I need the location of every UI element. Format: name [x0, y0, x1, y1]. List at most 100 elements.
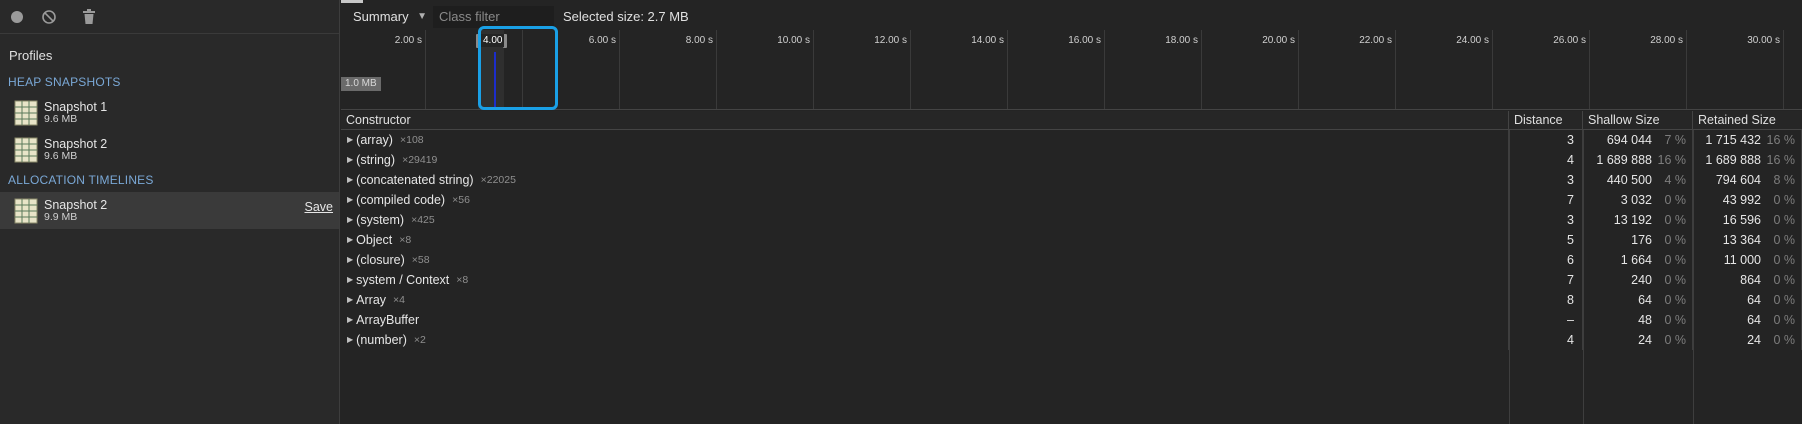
timeline-tick-label: 20.00 s: [1262, 35, 1295, 46]
snapshot-icon: [14, 198, 38, 223]
expand-triangle-icon[interactable]: ▶: [347, 150, 353, 170]
column-divider: [1583, 130, 1584, 424]
timeline-tick-label: 12.00 s: [874, 35, 907, 46]
snapshot-icon: [14, 100, 38, 125]
header-distance[interactable]: Distance: [1509, 111, 1583, 129]
retained-size-cell: 794 604 8 %: [1693, 170, 1802, 190]
retained-size-percent: 0 %: [1773, 293, 1795, 307]
retained-size-percent: 0 %: [1773, 273, 1795, 287]
timeline-tick: [1395, 30, 1396, 109]
timeline-tick-label: 10.00 s: [777, 35, 810, 46]
expand-triangle-icon[interactable]: ▶: [347, 330, 353, 350]
panel-indicator: [341, 0, 363, 3]
constructor-name: Array: [356, 293, 387, 307]
class-filter-input[interactable]: [433, 5, 554, 28]
snapshot-item[interactable]: Snapshot 2 9.6 MB: [0, 131, 339, 168]
column-divider: [1509, 130, 1510, 424]
retained-size-cell: 1 715 432 16 %: [1693, 130, 1802, 150]
snapshot-size: 9.6 MB: [44, 149, 78, 162]
constructor-name: Object: [356, 233, 393, 247]
shallow-size-value: 1 689 888: [1596, 153, 1652, 167]
constructor-name: (compiled code): [356, 193, 446, 207]
constructor-name: (closure): [356, 253, 405, 267]
shallow-size-cell: 24 0 %: [1583, 330, 1693, 350]
retained-size-percent: 0 %: [1773, 313, 1795, 327]
header-constructor[interactable]: Constructor: [341, 111, 1509, 129]
retained-size-value: 1 715 432: [1705, 133, 1761, 147]
timeline-tick-label: 30.00 s: [1747, 35, 1780, 46]
shallow-size-cell: 694 044 7 %: [1583, 130, 1693, 150]
expand-triangle-icon[interactable]: ▶: [347, 170, 353, 190]
table-header: Constructor Distance Shallow Size Retain…: [341, 111, 1802, 130]
dropdown-arrow-icon: ▼: [417, 11, 427, 22]
shallow-size-percent: 7 %: [1664, 133, 1686, 147]
retained-size-percent: 16 %: [1766, 133, 1796, 147]
record-icon[interactable]: [6, 6, 28, 28]
trash-icon[interactable]: [78, 6, 100, 28]
timeline-axis: [371, 104, 401, 109]
instance-count: ×22025: [480, 174, 516, 186]
expand-triangle-icon[interactable]: ▶: [347, 130, 353, 150]
shallow-size-cell: 64 0 %: [1583, 290, 1693, 310]
shallow-size-value: 1 664: [1620, 253, 1652, 267]
header-shallow-size[interactable]: Shallow Size: [1583, 111, 1693, 129]
shallow-size-value: 176: [1631, 233, 1652, 247]
retained-size-percent: 0 %: [1773, 193, 1795, 207]
constructor-cell: ▶ Object ×8: [341, 230, 1509, 250]
sidebar-toolbar: [0, 0, 339, 34]
retained-size-value: 1 689 888: [1705, 153, 1761, 167]
selected-size-label: Selected size: 2.7 MB: [563, 9, 689, 24]
expand-triangle-icon[interactable]: ▶: [347, 270, 353, 290]
main-panel: Summary ▼ Selected size: 2.7 MB 2.00 s 6.…: [341, 0, 1802, 424]
distance-cell: –: [1509, 310, 1583, 330]
header-retained-size[interactable]: Retained Size: [1693, 111, 1802, 129]
profiles-sidebar: Profiles HEAP SNAPSHOTS Snapshot 1 9.6 M…: [0, 0, 340, 424]
timeline-tick: [425, 30, 426, 109]
shallow-size-cell: 13 192 0 %: [1583, 210, 1693, 230]
expand-triangle-icon[interactable]: ▶: [347, 230, 353, 250]
memory-label: 1.0 MB: [341, 77, 381, 91]
view-select[interactable]: Summary ▼: [347, 5, 433, 29]
constructor-name: (concatenated string): [356, 173, 474, 187]
retained-size-value: 43 992: [1722, 193, 1761, 207]
allocation-timeline[interactable]: 2.00 s 6.00 s 8.00 s 10.00 s 12.00 s 14.00 s 1…: [341, 30, 1802, 110]
shallow-size-cell: 3 032 0 %: [1583, 190, 1693, 210]
retained-size-value: 64: [1747, 293, 1761, 307]
constructor-name: ArrayBuffer: [356, 313, 420, 327]
shallow-size-percent: 0 %: [1664, 213, 1686, 227]
retained-size-cell: 11 000 0 %: [1693, 250, 1802, 270]
timeline-tick: [1298, 30, 1299, 109]
clear-icon[interactable]: [38, 6, 60, 28]
timeline-tick-label: 22.00 s: [1359, 35, 1392, 46]
profiles-title: Profiles: [9, 48, 53, 63]
constructor-cell: ▶ system / Context ×8: [341, 270, 1509, 290]
retained-size-cell: 64 0 %: [1693, 310, 1802, 330]
shallow-size-cell: 176 0 %: [1583, 230, 1693, 250]
retained-size-value: 864: [1740, 273, 1761, 287]
constructor-cell: ▶ (array) ×108: [341, 130, 1509, 150]
timeline-tick-label: 16.00 s: [1068, 35, 1101, 46]
timeline-tick-label: 14.00 s: [971, 35, 1004, 46]
retained-size-value: 13 364: [1722, 233, 1761, 247]
instance-count: ×29419: [402, 154, 438, 166]
retained-size-percent: 0 %: [1773, 253, 1795, 267]
constructor-name: (array): [356, 133, 393, 147]
timeline-tick: [1686, 30, 1687, 109]
shallow-size-cell: 1 664 0 %: [1583, 250, 1693, 270]
shallow-size-value: 48: [1638, 313, 1652, 327]
expand-triangle-icon[interactable]: ▶: [347, 310, 353, 330]
expand-triangle-icon[interactable]: ▶: [347, 190, 353, 210]
retained-size-value: 24: [1747, 333, 1761, 347]
shallow-size-percent: 0 %: [1664, 333, 1686, 347]
shallow-size-percent: 0 %: [1664, 193, 1686, 207]
distance-cell: 3: [1509, 210, 1583, 230]
expand-triangle-icon[interactable]: ▶: [347, 210, 353, 230]
constructor-cell: ▶ Array ×4: [341, 290, 1509, 310]
save-link[interactable]: Save: [305, 200, 334, 214]
expand-triangle-icon[interactable]: ▶: [347, 250, 353, 270]
selection-handle-left[interactable]: [476, 34, 480, 48]
snapshot-item[interactable]: Snapshot 1 9.6 MB: [0, 94, 339, 131]
retained-size-value: 11 000: [1723, 253, 1761, 267]
expand-triangle-icon[interactable]: ▶: [347, 290, 353, 310]
snapshot-item-selected[interactable]: Snapshot 2 9.9 MB Save: [0, 192, 339, 229]
